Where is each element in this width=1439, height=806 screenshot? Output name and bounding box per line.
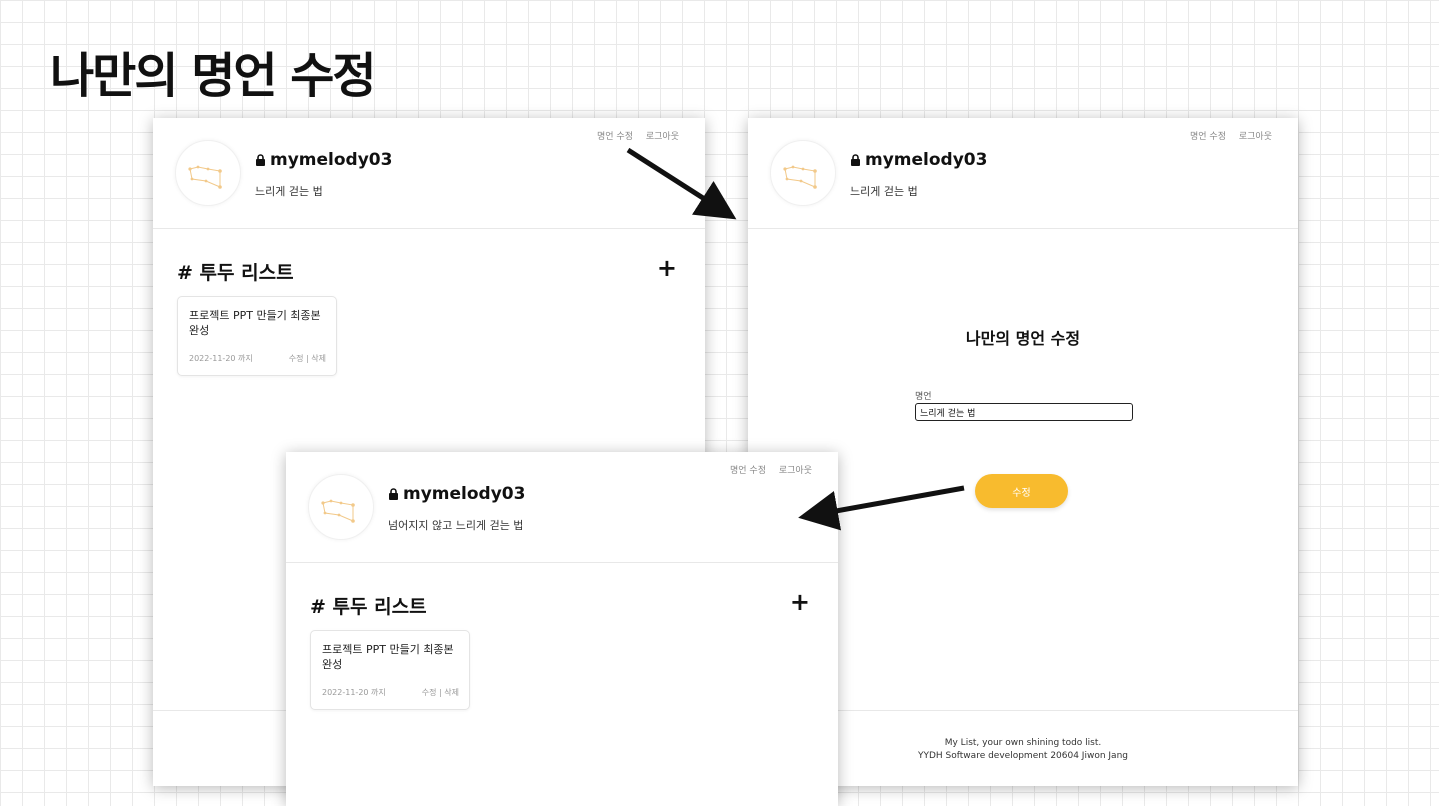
profile-quote: 넘어지지 않고 느리게 걷는 법: [388, 519, 524, 532]
username-text: mymelody03: [865, 150, 988, 170]
lock-icon: [256, 154, 265, 166]
todo-delete-link[interactable]: 삭제: [444, 688, 459, 697]
add-todo-button[interactable]: +: [657, 254, 677, 282]
username: mymelody03: [255, 150, 392, 170]
todo-card: 프로젝트 PPT 만들기 최종본 완성 2022-11-20 까지 수정 | 삭…: [177, 296, 337, 376]
submit-button[interactable]: 수정: [975, 474, 1068, 508]
todo-section-title: # 투두 리스트: [310, 596, 427, 618]
edit-form-title: 나만의 명언 수정: [965, 329, 1081, 348]
todo-card-due: 2022-11-20 까지: [322, 688, 386, 697]
screenshot-main-after: 명언 수정 로그아웃 mymelody03 넘어지지 않고 느리게 걷는 법 #…: [286, 452, 838, 806]
username: mymelody03: [388, 484, 525, 504]
todo-card-text: 프로젝트 PPT 만들기 최종본 완성: [322, 643, 454, 671]
profile-quote: 느리게 걷는 법: [850, 185, 918, 198]
constellation-icon: [321, 499, 355, 523]
todo-edit-link[interactable]: 수정: [289, 354, 304, 363]
constellation-icon: [783, 165, 817, 189]
avatar: [175, 140, 241, 206]
quote-input[interactable]: [915, 403, 1133, 421]
avatar: [770, 140, 836, 206]
todo-card-actions: 수정 | 삭제: [289, 353, 326, 364]
username: mymelody03: [850, 150, 987, 170]
profile-quote: 느리게 걷는 법: [255, 185, 323, 198]
lock-icon: [389, 488, 398, 500]
todo-card-due: 2022-11-20 까지: [189, 354, 253, 363]
todo-card-actions: 수정 | 삭제: [422, 687, 459, 698]
todo-action-separator: |: [439, 688, 442, 697]
todo-edit-link[interactable]: 수정: [422, 688, 437, 697]
profile-header: mymelody03 느리게 걷는 법: [153, 118, 705, 229]
username-text: mymelody03: [403, 484, 526, 504]
constellation-icon: [188, 165, 222, 189]
profile-header: mymelody03 느리게 걷는 법: [748, 118, 1298, 229]
todo-card-text: 프로젝트 PPT 만들기 최종본 완성: [189, 309, 321, 337]
todo-card: 프로젝트 PPT 만들기 최종본 완성 2022-11-20 까지 수정 | 삭…: [310, 630, 470, 710]
quote-field-label: 명언: [915, 392, 932, 402]
todo-delete-link[interactable]: 삭제: [311, 354, 326, 363]
add-todo-button[interactable]: +: [790, 588, 810, 616]
todo-section-title: # 투두 리스트: [177, 262, 294, 284]
todo-action-separator: |: [306, 354, 309, 363]
avatar: [308, 474, 374, 540]
lock-icon: [851, 154, 860, 166]
username-text: mymelody03: [270, 150, 393, 170]
slide-title: 나만의 명언 수정: [50, 48, 377, 104]
profile-header: mymelody03 넘어지지 않고 느리게 걷는 법: [286, 452, 838, 563]
